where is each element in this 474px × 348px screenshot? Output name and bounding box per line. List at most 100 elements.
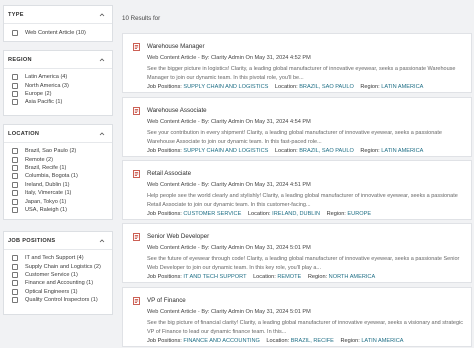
result-meta: Web Content Article - By: Clarity Admin … (147, 55, 311, 61)
document-icon (133, 170, 140, 178)
chevron-up-icon[interactable] (99, 238, 105, 244)
chevron-up-icon[interactable] (99, 12, 105, 18)
result-title[interactable]: Warehouse Associate (147, 107, 207, 114)
checkbox[interactable] (12, 173, 18, 180)
location-label: Location: (274, 148, 298, 154)
facet-header[interactable]: LOCATION (4, 125, 112, 143)
result-author: By: Clarity Admin (201, 55, 244, 61)
facet-option[interactable]: Brazil, Recife (1) (12, 164, 112, 172)
facet-option[interactable]: Remote (2) (12, 155, 112, 163)
chevron-up-icon[interactable] (99, 57, 105, 63)
checkbox[interactable] (12, 156, 18, 163)
job-position-link[interactable]: FINANCE AND ACCOUNTING (183, 338, 259, 344)
facet-option-label: Asia Pacific (1) (25, 99, 63, 106)
result-type: Web Content Article (147, 309, 197, 315)
result-tags: Job Positions: FINANCE AND ACCOUNTING Lo… (147, 338, 403, 344)
facet-option[interactable]: Brazil, Sao Paulo (2) (12, 147, 112, 155)
result-description: See the big picture of financial clarity… (147, 320, 464, 335)
checkbox[interactable] (12, 181, 18, 188)
job-positions-label: Job Positions: (147, 338, 182, 344)
checkbox[interactable] (12, 297, 18, 304)
facet-option[interactable]: Finance and Accounting (1) (12, 279, 112, 287)
facet-option[interactable]: Optical Engineers (1) (12, 288, 112, 296)
result-title[interactable]: Senior Web Developer (147, 233, 209, 240)
checkbox[interactable] (12, 90, 18, 97)
result-title[interactable]: Warehouse Manager (147, 43, 205, 50)
region-link[interactable]: LATIN AMERICA (381, 148, 423, 154)
facet-option[interactable]: Japan, Tokyo (1) (12, 197, 112, 205)
facet-title: JOB POSITIONS (8, 237, 56, 244)
chevron-up-icon[interactable] (99, 131, 105, 137)
document-icon (133, 233, 140, 241)
location-link[interactable]: BRAZIL, RECIFE (291, 338, 334, 344)
result-date: On May 31, 2024 4:52 PM (245, 55, 311, 61)
facet-option[interactable]: Web Content Article (10) (12, 29, 112, 37)
facet-option-label: Finance and Accounting (1) (25, 280, 94, 287)
region-label: Region: (326, 211, 346, 217)
facet-header[interactable]: JOB POSITIONS (4, 232, 112, 250)
facet-option-label: Customer Service (1) (25, 271, 78, 278)
checkbox[interactable] (12, 271, 18, 278)
checkbox[interactable] (12, 148, 18, 155)
result-title[interactable]: Retail Associate (147, 170, 191, 177)
facet-option-label: IT and Tech Support (4) (25, 255, 84, 262)
region-link[interactable]: EUROPE (347, 211, 371, 217)
checkbox[interactable] (12, 288, 18, 295)
result-date: On May 31, 2024 4:54 PM (245, 119, 311, 125)
facet-option[interactable]: Latin America (4) (12, 73, 112, 81)
facet-option-label: Columbia, Bogota (1) (25, 173, 78, 180)
facet-option[interactable]: Asia Pacific (1) (12, 98, 112, 106)
result-card: Warehouse Manager Web Content Article - … (122, 33, 472, 93)
facet-title: REGION (8, 56, 32, 63)
facet-job-positions: JOB POSITIONS IT and Tech Support (4) Su… (3, 231, 113, 315)
facet-option[interactable]: IT and Tech Support (4) (12, 254, 112, 262)
checkbox[interactable] (12, 255, 18, 262)
checkbox[interactable] (12, 30, 18, 37)
facet-option-label: Latin America (4) (25, 74, 68, 81)
checkbox[interactable] (12, 74, 18, 81)
results-count: 10 Results for (122, 15, 161, 22)
facet-title: TYPE (8, 11, 24, 18)
document-icon (133, 297, 140, 305)
facet-option[interactable]: Quality Control Inspectors (1) (12, 296, 112, 304)
facet-option[interactable]: Customer Service (1) (12, 271, 112, 279)
checkbox[interactable] (12, 263, 18, 270)
facet-option[interactable]: Ireland, Dublin (1) (12, 181, 112, 189)
facet-option[interactable]: North America (3) (12, 81, 112, 89)
facet-option-label: Europe (2) (25, 90, 52, 97)
facet-option[interactable]: USA, Raleigh (1) (12, 206, 112, 214)
job-position-link[interactable]: CUSTOMER SERVICE (183, 211, 241, 217)
facet-option[interactable]: Supply Chain and Logistics (2) (12, 262, 112, 270)
facet-option-label: Remote (2) (25, 156, 53, 163)
job-position-link[interactable]: IT AND TECH SUPPORT (183, 274, 246, 280)
checkbox[interactable] (12, 280, 18, 287)
checkbox[interactable] (12, 206, 18, 213)
facet-option[interactable]: Europe (2) (12, 90, 112, 98)
job-position-link[interactable]: SUPPLY CHAIN AND LOGISTICS (183, 84, 268, 90)
job-position-link[interactable]: SUPPLY CHAIN AND LOGISTICS (183, 148, 268, 154)
facet-option-label: Brazil, Recife (1) (25, 164, 67, 171)
checkbox[interactable] (12, 164, 18, 171)
checkbox[interactable] (12, 99, 18, 106)
facet-option-label: USA, Raleigh (1) (25, 206, 67, 213)
location-link[interactable]: BRAZIL, SAO PAULO (299, 84, 354, 90)
region-link[interactable]: LATIN AMERICA (381, 84, 423, 90)
facet-option-label: Quality Control Inspectors (1) (25, 297, 98, 304)
checkbox[interactable] (12, 82, 18, 89)
result-card: Senior Web Developer Web Content Article… (122, 223, 472, 283)
facet-option-label: Optical Engineers (1) (25, 288, 78, 295)
location-link[interactable]: IRELAND, DUBLIN (272, 211, 320, 217)
location-link[interactable]: BRAZIL, SAO PAULO (299, 148, 354, 154)
checkbox[interactable] (12, 190, 18, 197)
facet-option[interactable]: Columbia, Bogota (1) (12, 172, 112, 180)
location-link[interactable]: REMOTE (277, 274, 301, 280)
facet-header[interactable]: REGION (4, 51, 112, 69)
facet-option[interactable]: Italy, Vimercate (1) (12, 189, 112, 197)
checkbox[interactable] (12, 198, 18, 205)
facet-header[interactable]: TYPE (4, 6, 112, 24)
location-label: Location: (266, 338, 290, 344)
region-link[interactable]: LATIN AMERICA (361, 338, 403, 344)
result-title[interactable]: VP of Finance (147, 297, 186, 304)
result-description: Help people see the world clearly and st… (147, 193, 458, 208)
region-link[interactable]: NORTH AMERICA (329, 274, 376, 280)
